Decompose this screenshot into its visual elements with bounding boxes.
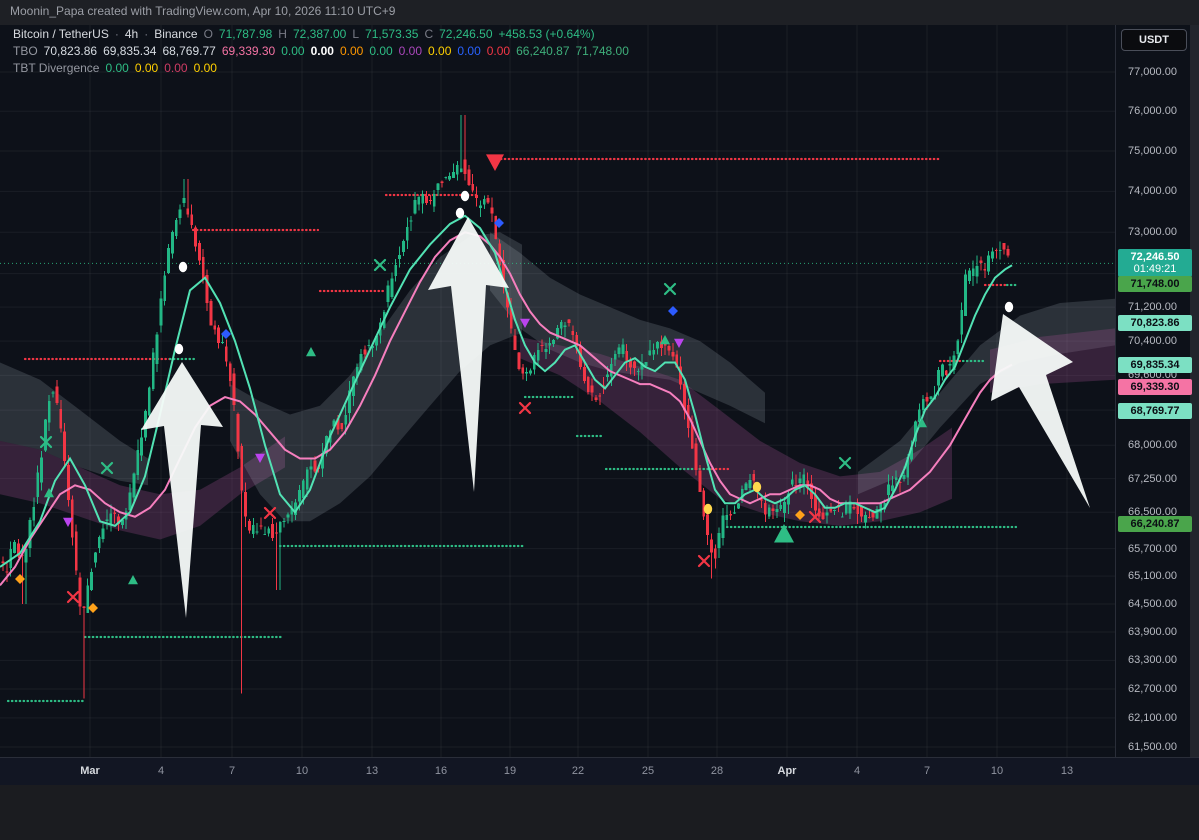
legend-value: 69,835.34 xyxy=(103,44,157,58)
legend-value: 68,769.77 xyxy=(162,44,216,58)
indicator-price-badge: 70,823.86 xyxy=(1118,315,1192,332)
legend-value: 0.00 xyxy=(105,61,129,75)
legend-value: 0.00 xyxy=(134,61,159,75)
legend-value: 71,748.00 xyxy=(575,44,629,58)
legend-value: 0.00 xyxy=(339,44,364,58)
legend-value: 0.00 xyxy=(164,61,188,75)
legend-value: 4h xyxy=(124,27,139,41)
legend-value: · xyxy=(114,27,119,41)
legend-value: 69,339.30 xyxy=(221,44,276,58)
marker-x-red xyxy=(518,401,532,415)
indicator-price-badge: 69,339.30 xyxy=(1118,378,1192,395)
marker-x-green xyxy=(838,456,852,470)
tbo-indicator-row[interactable]: TBO 70,823.86 69,835.34 68,769.77 69,339.30 0… xyxy=(13,44,629,58)
legend-value: 0.00 xyxy=(281,44,305,58)
marker-circle-yellow xyxy=(752,481,762,493)
chart-pane[interactable] xyxy=(0,0,1199,840)
marker-x-red xyxy=(697,554,711,568)
marker-x-red xyxy=(263,506,277,520)
legend-value: 0.00 xyxy=(428,44,452,58)
legend-value: 71,787.98 xyxy=(218,27,273,41)
candles xyxy=(1,115,1010,699)
legend-value: 66,240.87 xyxy=(516,44,570,58)
legend-value: 70,823.86 xyxy=(43,44,98,58)
symbol-legend-row[interactable]: Bitcoin / TetherUS · 4h · Binance O 71,787.98 H… xyxy=(13,27,595,41)
indicator-price-badge: 71,748.00 xyxy=(1118,276,1192,293)
indicator-price-badge: 68,769.77 xyxy=(1118,403,1192,420)
legend-value: Binance xyxy=(154,27,198,41)
marker-circle-white xyxy=(178,261,188,273)
legend-value: 0.00 xyxy=(486,44,511,58)
chart-plot-area xyxy=(0,25,1115,757)
tbt-divergence-row[interactable]: TBT Divergence 0.00 0.00 0.00 0.00 xyxy=(13,61,217,75)
legend-value: H xyxy=(278,27,287,41)
legend-value: 72,246.50 xyxy=(439,27,493,41)
signal-markers xyxy=(15,154,1014,613)
indicator-price-badge: 66,240.87 xyxy=(1118,515,1192,532)
marker-circle-white xyxy=(174,343,184,355)
marker-x-red xyxy=(66,590,80,604)
marker-x-green xyxy=(373,258,387,272)
legend-value: 0.00 xyxy=(193,61,217,75)
legend-value: L xyxy=(352,27,360,41)
marker-circle-white xyxy=(1004,301,1014,313)
legend-value: TBO xyxy=(13,44,38,58)
bar-countdown: 01:49:21 xyxy=(1133,263,1177,276)
legend-value: 72,387.00 xyxy=(292,27,347,41)
indicator-price-badge: 69,835.34 xyxy=(1118,357,1192,374)
marker-diamond-orange xyxy=(15,574,25,584)
legend-value: Bitcoin / TetherUS xyxy=(13,27,109,41)
marker-circle-white xyxy=(455,207,465,219)
marker-circle-yellow xyxy=(703,503,713,515)
legend-value: · xyxy=(144,27,149,41)
legend-value: 71,573.35 xyxy=(365,27,419,41)
marker-circle-white xyxy=(460,190,470,202)
legend-value: C xyxy=(424,27,434,41)
legend-value: O xyxy=(203,27,213,41)
legend-value: 0.00 xyxy=(457,44,481,58)
legend-value: 0.00 xyxy=(398,44,423,58)
marker-tri-down-red xyxy=(486,154,504,171)
marker-tri-up-green xyxy=(306,347,316,357)
legend-value: 0.00 xyxy=(310,44,334,58)
tradingview-chart-window: Moonin_Papa created with TradingView.com… xyxy=(0,0,1199,840)
marker-x-green xyxy=(663,282,677,296)
legend-value: 0.00 xyxy=(369,44,393,58)
current-price-badge: 72,246.50 01:49:21 xyxy=(1118,249,1192,278)
legend-value: +458.53 (+0.64%) xyxy=(498,27,595,41)
legend-value: TBT Divergence xyxy=(13,61,100,75)
currency-unit-button[interactable]: USDT xyxy=(1121,29,1187,51)
